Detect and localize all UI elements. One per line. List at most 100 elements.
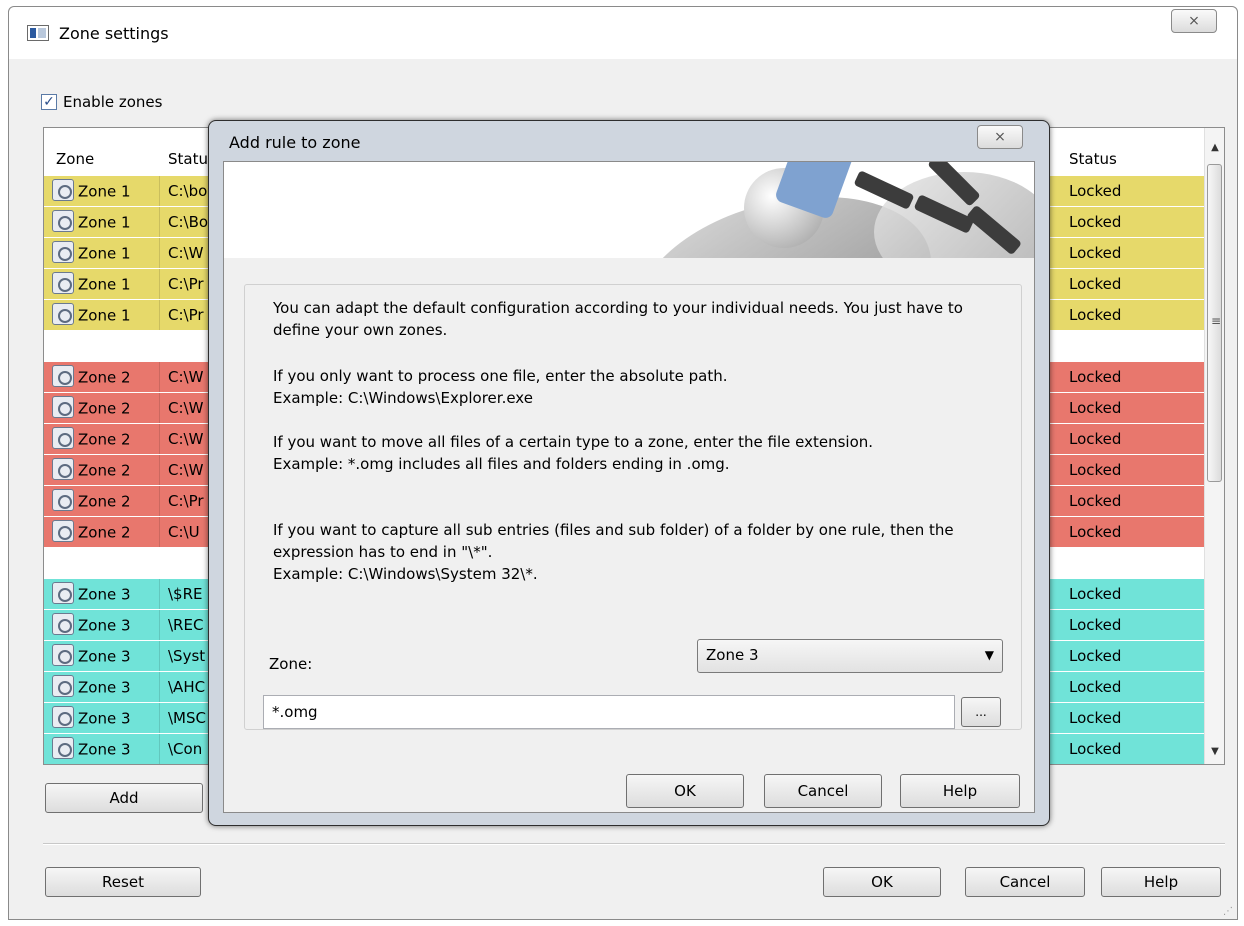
cell-status: Locked bbox=[1069, 306, 1122, 324]
column-header-zone[interactable]: Zone bbox=[56, 150, 94, 168]
zone-select-value: Zone 3 bbox=[706, 646, 759, 664]
chevron-down-icon[interactable]: ▼ bbox=[985, 648, 994, 662]
zone-name: Zone 1 bbox=[78, 306, 131, 325]
rule-path-input[interactable] bbox=[263, 695, 955, 729]
info-paragraph: If you want to capture all sub entries (… bbox=[273, 521, 954, 583]
dialog-close-button[interactable]: ⨯ bbox=[977, 125, 1023, 149]
cell-status: Locked bbox=[1069, 399, 1122, 417]
cell-status: Locked bbox=[1069, 368, 1122, 386]
zone-lock-icon bbox=[52, 644, 74, 666]
zone-lock-icon bbox=[52, 706, 74, 728]
zone-lock-icon bbox=[52, 520, 74, 542]
list-scrollbar[interactable]: ▲ ≡ ▼ bbox=[1204, 128, 1224, 764]
cell-zone: Zone 2 bbox=[48, 362, 160, 392]
dialog-cancel-button[interactable]: Cancel bbox=[764, 774, 882, 808]
cell-zone: Zone 1 bbox=[48, 269, 160, 299]
zone-lock-icon bbox=[52, 365, 74, 387]
zone-name: Zone 2 bbox=[78, 430, 131, 449]
zone-name: Zone 3 bbox=[78, 740, 131, 759]
dialog-title: Add rule to zone bbox=[229, 133, 361, 152]
cell-status: Locked bbox=[1069, 709, 1122, 727]
cell-status: Locked bbox=[1069, 461, 1122, 479]
dialog-help-button[interactable]: Help bbox=[900, 774, 1020, 808]
arrow-down-icon[interactable]: ▼ bbox=[1205, 742, 1224, 762]
cell-status: Locked bbox=[1069, 275, 1122, 293]
cell-zone: Zone 3 bbox=[48, 579, 160, 609]
cell-zone: Zone 2 bbox=[48, 424, 160, 454]
zone-name: Zone 1 bbox=[78, 213, 131, 232]
info-paragraph: If you want to move all files of a certa… bbox=[273, 433, 874, 473]
zone-lock-icon bbox=[52, 241, 74, 263]
zone-lock-icon bbox=[52, 179, 74, 201]
cell-zone: Zone 1 bbox=[48, 207, 160, 237]
dialog-client: You can adapt the default configuration … bbox=[223, 161, 1035, 813]
zone-name: Zone 3 bbox=[78, 647, 131, 666]
cell-zone: Zone 2 bbox=[48, 486, 160, 516]
cell-status: Locked bbox=[1069, 182, 1122, 200]
window-close-button[interactable]: ⨯ bbox=[1171, 9, 1217, 33]
zone-name: Zone 3 bbox=[78, 678, 131, 697]
zone-lock-icon bbox=[52, 458, 74, 480]
zone-name: Zone 3 bbox=[78, 709, 131, 728]
zone-name: Zone 2 bbox=[78, 368, 131, 387]
column-header-status-right[interactable]: Status bbox=[1069, 150, 1117, 168]
zone-name: Zone 1 bbox=[78, 182, 131, 201]
info-paragraph: You can adapt the default configuration … bbox=[273, 299, 963, 339]
zone-lock-icon bbox=[52, 675, 74, 697]
zone-lock-icon bbox=[52, 737, 74, 759]
zone-lock-icon bbox=[52, 489, 74, 511]
zone-lock-icon bbox=[52, 582, 74, 604]
cell-zone: Zone 3 bbox=[48, 672, 160, 702]
browse-button[interactable]: ... bbox=[961, 697, 1001, 727]
zone-name: Zone 1 bbox=[78, 275, 131, 294]
cell-zone: Zone 3 bbox=[48, 703, 160, 733]
zone-lock-icon bbox=[52, 427, 74, 449]
scrollbar-thumb[interactable]: ≡ bbox=[1207, 164, 1222, 482]
enable-zones-checkbox[interactable]: ✓ bbox=[41, 94, 57, 110]
zone-name: Zone 2 bbox=[78, 461, 131, 480]
zone-lock-icon bbox=[52, 396, 74, 418]
help-button[interactable]: Help bbox=[1101, 867, 1221, 897]
zone-select[interactable]: Zone 3 ▼ bbox=[697, 639, 1003, 673]
cell-status: Locked bbox=[1069, 740, 1122, 758]
cell-status: Locked bbox=[1069, 244, 1122, 262]
zone-lock-icon bbox=[52, 210, 74, 232]
dialog-banner-image bbox=[224, 162, 1034, 258]
zone-lock-icon bbox=[52, 303, 74, 325]
cell-status: Locked bbox=[1069, 430, 1122, 448]
cell-zone: Zone 1 bbox=[48, 238, 160, 268]
cell-status: Locked bbox=[1069, 585, 1122, 603]
ok-button[interactable]: OK bbox=[823, 867, 941, 897]
reset-button[interactable]: Reset bbox=[45, 867, 201, 897]
title-bar: Zone settings ⨯ bbox=[9, 7, 1237, 59]
add-rule-dialog: Add rule to zone ⨯ You can adapt the def… bbox=[208, 120, 1050, 826]
enable-zones-row[interactable]: ✓ Enable zones bbox=[41, 93, 162, 111]
zone-name: Zone 3 bbox=[78, 585, 131, 604]
cell-zone: Zone 3 bbox=[48, 734, 160, 764]
zone-lock-icon bbox=[52, 272, 74, 294]
cell-zone: Zone 2 bbox=[48, 393, 160, 423]
column-header-status-left[interactable]: Statu bbox=[168, 150, 208, 168]
zone-name: Zone 2 bbox=[78, 523, 131, 542]
cell-status: Locked bbox=[1069, 647, 1122, 665]
cell-zone: Zone 2 bbox=[48, 517, 160, 547]
grip-icon: ≡ bbox=[1211, 314, 1222, 328]
zone-name: Zone 2 bbox=[78, 399, 131, 418]
app-window-icon bbox=[27, 25, 49, 41]
arrow-up-icon[interactable]: ▲ bbox=[1205, 138, 1224, 158]
resize-grip-icon[interactable]: ⋰ bbox=[1223, 907, 1233, 917]
enable-zones-label: Enable zones bbox=[63, 93, 163, 111]
cell-status: Locked bbox=[1069, 213, 1122, 231]
separator bbox=[43, 843, 1225, 845]
zone-name: Zone 3 bbox=[78, 616, 131, 635]
info-panel: You can adapt the default configuration … bbox=[244, 284, 1022, 730]
window-title: Zone settings bbox=[59, 24, 169, 43]
dialog-ok-button[interactable]: OK bbox=[626, 774, 744, 808]
add-button[interactable]: Add bbox=[45, 783, 203, 813]
cell-zone: Zone 2 bbox=[48, 455, 160, 485]
cell-zone: Zone 3 bbox=[48, 610, 160, 640]
info-paragraph: If you only want to process one file, en… bbox=[273, 367, 728, 407]
cell-zone: Zone 1 bbox=[48, 300, 160, 330]
zone-name: Zone 1 bbox=[78, 244, 131, 263]
cancel-button[interactable]: Cancel bbox=[965, 867, 1085, 897]
